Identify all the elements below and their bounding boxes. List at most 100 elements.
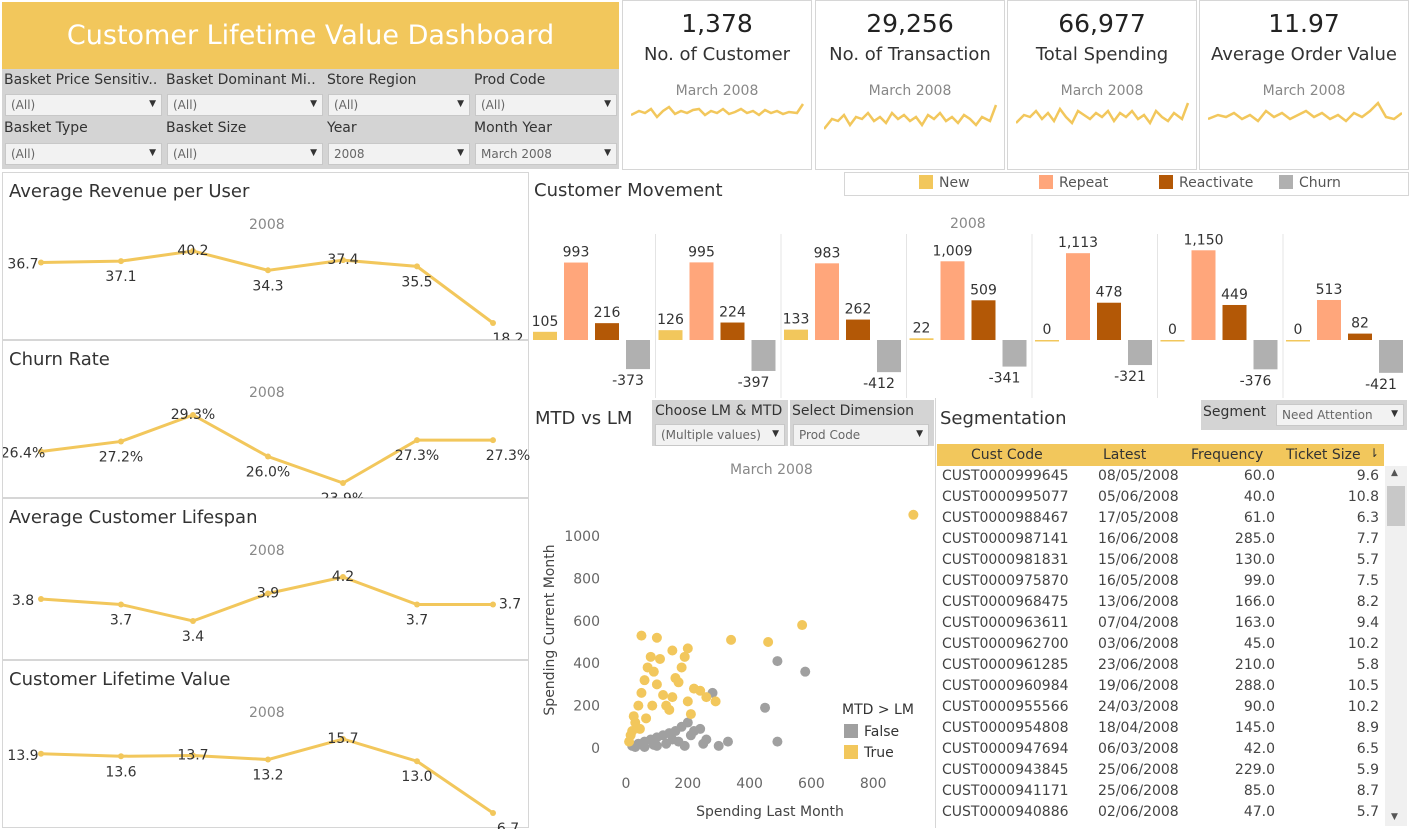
bar-repeat[interactable]: [689, 262, 714, 340]
scatter-point-true[interactable]: [625, 730, 636, 741]
scatter-point-true[interactable]: [641, 713, 652, 724]
column-header[interactable]: Cust Code: [971, 447, 1043, 463]
filter-dropdown[interactable]: 2008 ▼: [328, 143, 470, 165]
legend-item[interactable]: True: [844, 745, 894, 761]
bar-new[interactable]: [1286, 340, 1310, 342]
scroll-down-icon[interactable]: ▼: [1391, 812, 1398, 822]
bar-new[interactable]: [909, 338, 934, 340]
bar-new[interactable]: [658, 330, 683, 340]
scatter-point-false[interactable]: [772, 656, 783, 667]
bar-reactivate[interactable]: [846, 319, 870, 340]
data-point[interactable]: [118, 438, 124, 445]
table-row[interactable]: CUST0000947694 06/03/2008 42.0 6.5: [937, 739, 1384, 760]
scatter-point-false[interactable]: [679, 740, 690, 751]
data-point[interactable]: [118, 601, 124, 608]
bar-new[interactable]: [1035, 340, 1059, 342]
table-scrollbar[interactable]: ▲ ▼: [1385, 466, 1407, 826]
scatter-point-true[interactable]: [651, 632, 662, 643]
scatter-point-true[interactable]: [639, 675, 650, 686]
data-point[interactable]: [490, 810, 496, 816]
table-row[interactable]: CUST0000961285 23/06/2008 210.0 5.8: [937, 655, 1384, 676]
legend-item[interactable]: False: [844, 724, 899, 740]
data-point[interactable]: [490, 320, 496, 326]
bar-repeat[interactable]: [940, 261, 965, 340]
scatter-point-false[interactable]: [800, 666, 811, 677]
scatter-point-true[interactable]: [636, 630, 647, 641]
data-point[interactable]: [414, 601, 420, 608]
bar-reactivate[interactable]: [971, 300, 996, 340]
column-header[interactable]: Latest: [1103, 447, 1146, 463]
scatter-point-false[interactable]: [698, 738, 709, 749]
data-point[interactable]: [38, 259, 44, 266]
scatter-point-true[interactable]: [648, 666, 659, 677]
scroll-thumb[interactable]: [1387, 486, 1405, 526]
filter-dropdown[interactable]: (All) ▼: [328, 94, 470, 116]
bar-reactivate[interactable]: [1222, 304, 1247, 340]
data-point[interactable]: [38, 750, 44, 757]
scatter-point-true[interactable]: [658, 690, 669, 700]
scatter-point-true[interactable]: [797, 620, 808, 631]
scatter-point-true[interactable]: [673, 677, 684, 688]
scatter-point-false[interactable]: [772, 736, 783, 747]
filter-dropdown[interactable]: (All) ▼: [5, 94, 162, 116]
filter-dropdown[interactable]: (All) ▼: [167, 94, 323, 116]
column-header[interactable]: Frequency: [1191, 447, 1263, 463]
scatter-point-true[interactable]: [701, 692, 712, 703]
scatter-point-true[interactable]: [634, 723, 645, 734]
data-point[interactable]: [118, 753, 124, 760]
data-point[interactable]: [490, 437, 496, 444]
filter-dropdown[interactable]: (All) ▼: [167, 143, 323, 165]
scatter-point-true[interactable]: [633, 700, 644, 711]
data-point[interactable]: [414, 437, 420, 444]
scatter-point-false[interactable]: [695, 723, 706, 734]
table-row[interactable]: CUST0000954808 18/04/2008 145.0 8.9: [937, 718, 1384, 739]
scatter-point-true[interactable]: [664, 704, 675, 715]
table-row[interactable]: CUST0000981831 15/06/2008 130.0 5.7: [937, 550, 1384, 571]
scatter-point-true[interactable]: [908, 509, 919, 520]
scatter-point-true[interactable]: [667, 645, 678, 656]
scroll-up-icon[interactable]: ▲: [1391, 468, 1398, 478]
data-point[interactable]: [414, 263, 420, 270]
scatter-point-true[interactable]: [667, 692, 678, 703]
scatter-point-false[interactable]: [639, 741, 650, 752]
filter-dropdown[interactable]: March 2008 ▼: [475, 143, 617, 165]
data-point[interactable]: [190, 618, 196, 624]
data-point[interactable]: [340, 480, 346, 486]
table-row[interactable]: CUST0000962700 03/06/2008 45.0 10.2: [937, 634, 1384, 655]
scatter-point-true[interactable]: [726, 634, 737, 645]
bar-churn[interactable]: [877, 340, 901, 373]
bar-reactivate[interactable]: [1348, 333, 1372, 340]
scatter-point-false[interactable]: [713, 740, 724, 751]
scatter-point-true[interactable]: [710, 696, 721, 707]
data-point[interactable]: [265, 267, 271, 274]
bar-new[interactable]: [784, 329, 808, 340]
segment-dropdown[interactable]: Need Attention ▼: [1276, 404, 1404, 426]
bar-new[interactable]: [1160, 340, 1185, 342]
table-row[interactable]: CUST0000999645 08/05/2008 60.0 9.6: [937, 466, 1384, 487]
bar-churn[interactable]: [626, 340, 650, 370]
scatter-point-true[interactable]: [685, 709, 696, 720]
table-row[interactable]: CUST0000940886 02/06/2008 47.0 5.7: [937, 802, 1384, 823]
table-row[interactable]: CUST0000960984 19/06/2008 288.0 10.5: [937, 676, 1384, 697]
table-row[interactable]: CUST0000975870 16/05/2008 99.0 7.5: [937, 571, 1384, 592]
scatter-point-true[interactable]: [628, 711, 639, 722]
scatter-point-true[interactable]: [651, 679, 662, 690]
bar-churn[interactable]: [1128, 340, 1152, 366]
data-point[interactable]: [265, 453, 271, 460]
scatter-point-true[interactable]: [647, 700, 658, 711]
bar-reactivate[interactable]: [1097, 302, 1121, 340]
bar-repeat[interactable]: [1191, 250, 1216, 340]
table-row[interactable]: CUST0000988467 17/05/2008 61.0 6.3: [937, 508, 1384, 529]
table-row[interactable]: CUST0000941171 25/06/2008 85.0 8.7: [937, 781, 1384, 802]
data-point[interactable]: [118, 258, 124, 265]
filter-dropdown[interactable]: (All) ▼: [475, 94, 617, 116]
bar-new[interactable]: [533, 331, 557, 340]
bar-reactivate[interactable]: [595, 323, 619, 340]
scatter-point-false[interactable]: [685, 730, 696, 741]
scatter-point-true[interactable]: [645, 651, 656, 662]
bar-churn[interactable]: [1002, 340, 1027, 367]
scatter-point-false[interactable]: [760, 702, 771, 713]
bar-churn[interactable]: [751, 340, 776, 371]
data-point[interactable]: [265, 756, 271, 763]
bar-reactivate[interactable]: [720, 322, 745, 340]
